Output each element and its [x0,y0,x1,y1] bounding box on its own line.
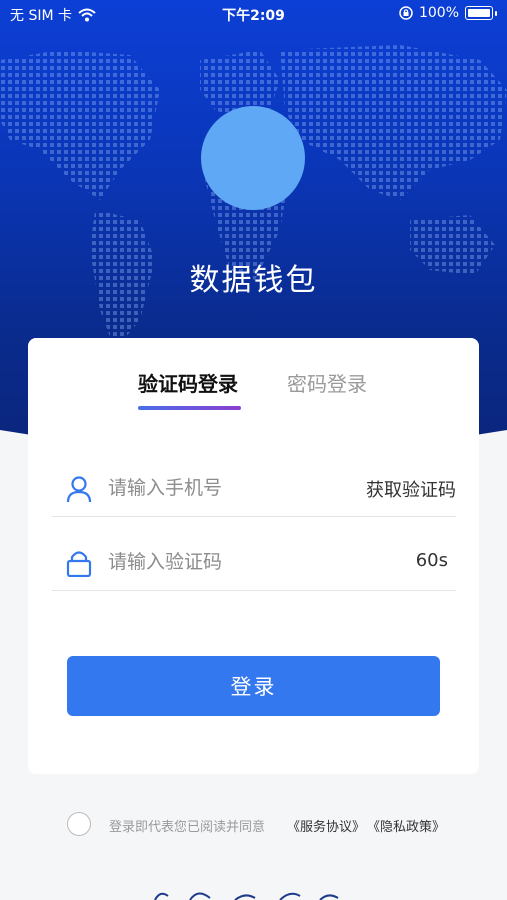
agreement-text: 登录即代表您已阅读并同意 [109,820,266,835]
phone-field: 获取验证码 [52,460,456,517]
status-bar: 无 SIM 卡 下午2:09 100% [0,0,507,28]
login-card: 验证码登录 密码登录 获取验证码 60s 登录 [28,338,479,774]
active-tab-indicator [138,406,241,410]
battery-icon [465,6,493,20]
countdown-text: 60s [415,550,448,571]
agreement-row: 登录即代表您已阅读并同意 《服务协议》 《隐私政策》 [67,812,487,838]
app-logo [201,106,305,210]
user-icon [66,476,92,503]
code-field: 60s [52,534,456,591]
get-code-button[interactable]: 获取验证码 [366,476,456,502]
app-title: 数据钱包 [189,263,318,298]
agreement-checkbox[interactable] [67,812,91,836]
privacy-policy-link[interactable]: 《隐私政策》 [367,816,445,835]
phone-input[interactable] [106,472,350,504]
login-button[interactable]: 登录 [67,656,440,716]
lock-rotation-icon [399,6,413,20]
battery-percent: 100% [418,5,459,21]
code-input[interactable] [106,546,350,578]
tab-password-login[interactable]: 密码登录 [287,368,367,397]
service-agreement-link[interactable]: 《服务协议》 [287,816,365,835]
bottom-decoration [154,892,339,900]
tab-sms-login[interactable]: 验证码登录 [138,368,238,397]
battery-tip [495,10,497,16]
lock-icon [66,551,92,577]
